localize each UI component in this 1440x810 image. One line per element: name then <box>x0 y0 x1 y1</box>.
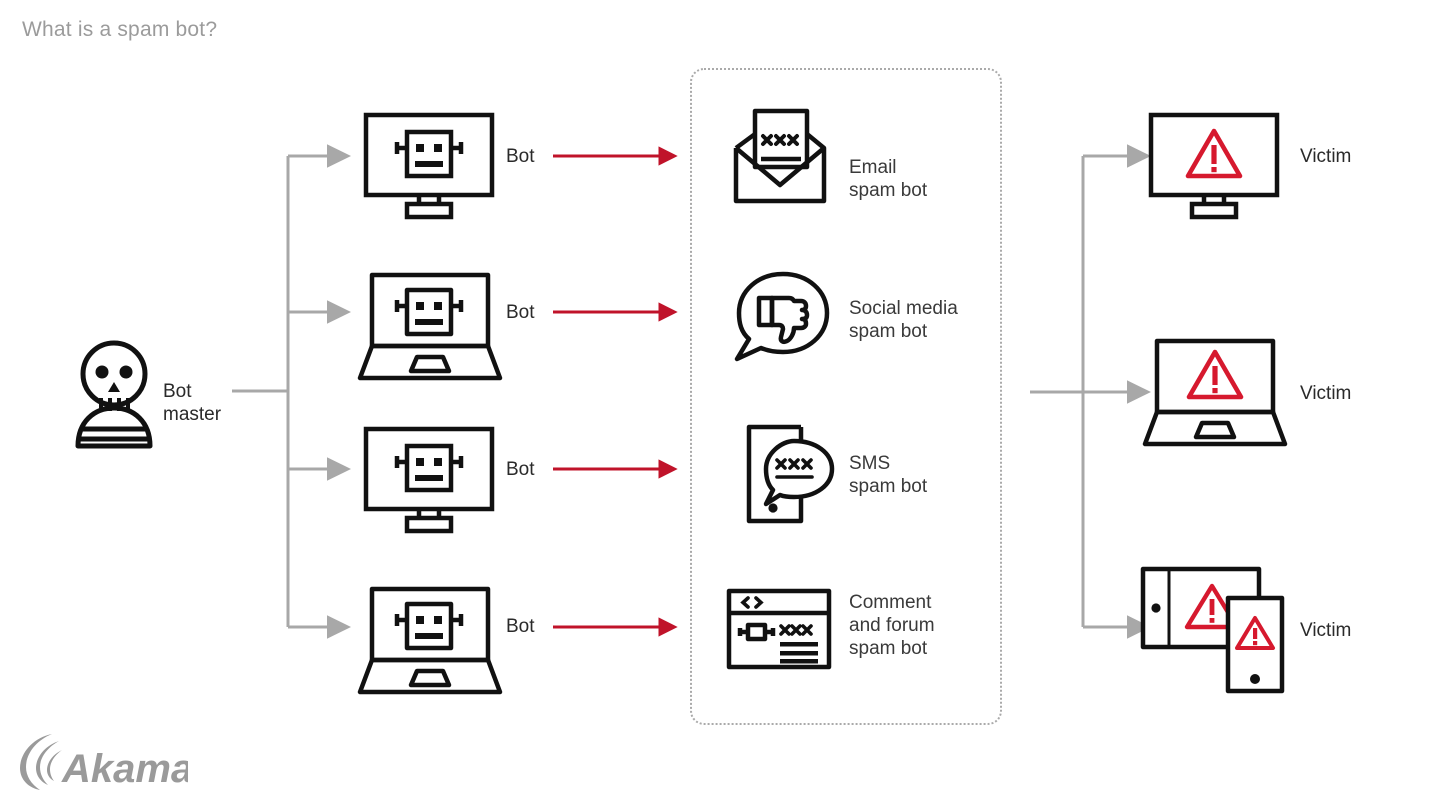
envelope-xxx-icon <box>733 108 827 204</box>
victim-label-1: Victim <box>1300 146 1352 167</box>
bot-label-3: Bot <box>506 459 535 480</box>
laptop-robot-icon <box>357 272 503 381</box>
botmaster-connectors <box>232 144 351 639</box>
botmaster-label: Bot master <box>163 381 222 425</box>
laptop-warning-icon <box>1142 338 1288 447</box>
tablet-phone-warning-icon <box>1140 566 1285 694</box>
laptop-robot-icon <box>357 586 503 695</box>
spam-type-label-sms: SMS spam bot <box>849 453 928 497</box>
bot-label-4: Bot <box>506 616 535 637</box>
diagram-canvas: What is a spam bot? Bot master Bot Bot B… <box>0 0 1440 810</box>
browser-window-comment-icon <box>726 588 832 670</box>
victim-label-2: Victim <box>1300 383 1352 404</box>
svg-text:Akamai: Akamai <box>61 747 188 791</box>
spam-type-label-email: Email spam bot <box>849 157 928 201</box>
desktop-warning-icon <box>1148 112 1280 220</box>
akamai-logo: Akamai <box>20 734 188 791</box>
phone-speech-bubble-xxx-icon <box>746 424 835 524</box>
desktop-robot-icon <box>363 112 495 220</box>
bot-red-arrows <box>553 146 678 637</box>
bot-label-2: Bot <box>506 302 535 323</box>
spam-type-label-social: Social media spam bot <box>849 298 958 342</box>
victim-connectors <box>1030 144 1151 639</box>
speech-bubble-thumbs-down-icon <box>734 271 830 362</box>
victim-label-3: Victim <box>1300 620 1352 641</box>
warning-triangle-icon <box>1185 128 1243 179</box>
desktop-robot-icon <box>363 426 495 534</box>
skull-icon <box>75 340 153 449</box>
spam-type-label-comment: Comment and forum spam bot <box>849 592 935 659</box>
bot-label-1: Bot <box>506 146 535 167</box>
warning-triangle-icon <box>1186 349 1244 400</box>
